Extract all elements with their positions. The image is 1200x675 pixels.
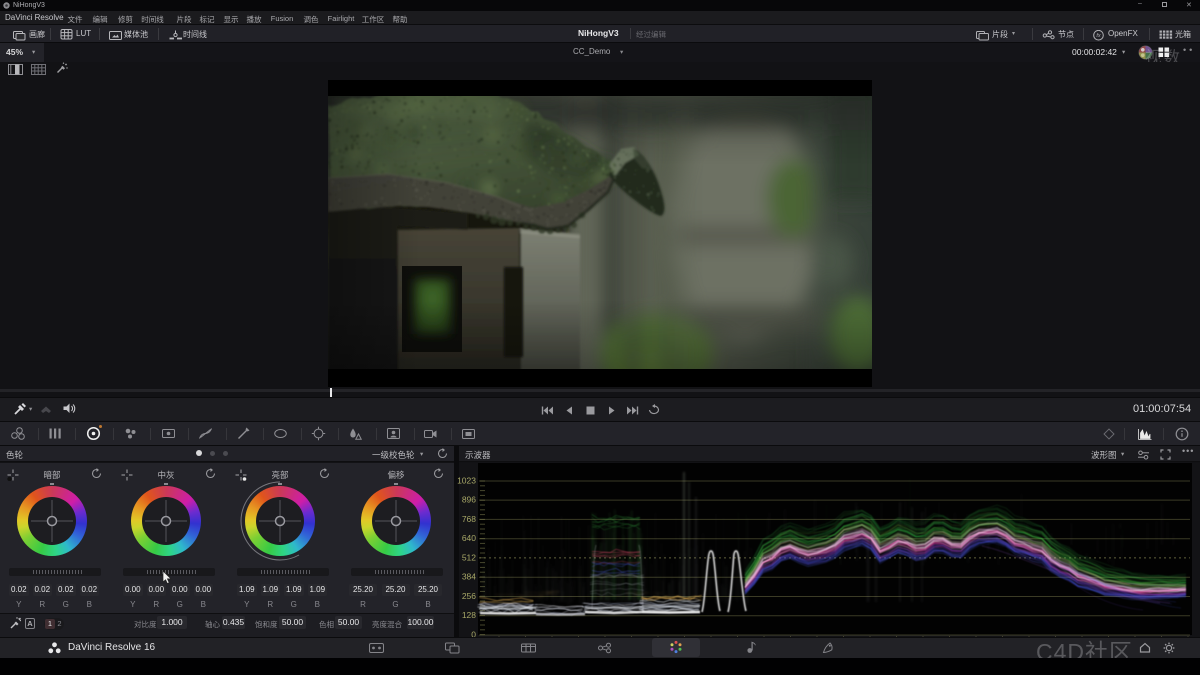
svg-text:640: 640 [462, 533, 476, 543]
svg-text:768: 768 [462, 514, 476, 524]
svg-text:128: 128 [462, 610, 476, 620]
svg-text:384: 384 [462, 572, 476, 582]
svg-text:256: 256 [462, 591, 476, 601]
svg-text:fx: fx [1096, 33, 1101, 39]
svg-text:512: 512 [462, 552, 476, 562]
svg-text:896: 896 [462, 495, 476, 505]
svg-text:1023: 1023 [457, 476, 476, 486]
